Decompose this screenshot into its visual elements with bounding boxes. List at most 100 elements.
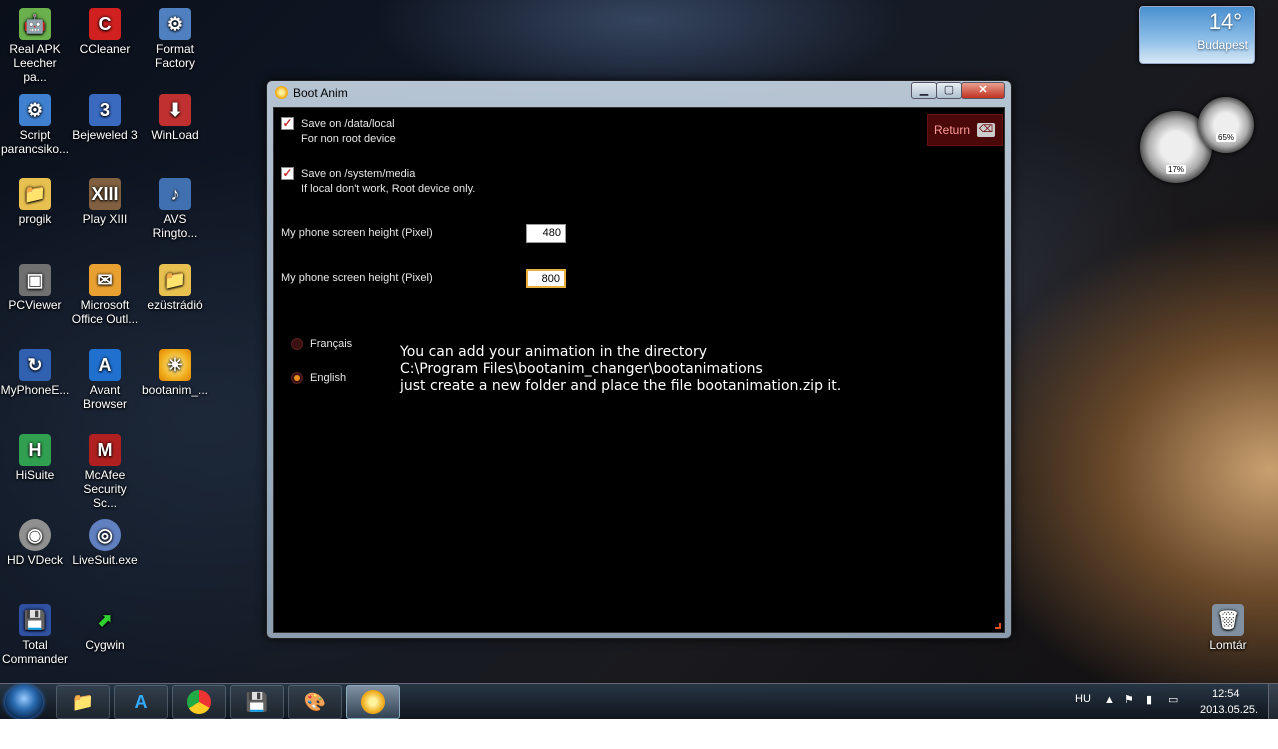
outlook-icon: ✉ [89,264,121,296]
screen-height-input-1[interactable]: 480 [526,224,566,243]
instructions-line-3: just create a new folder and place the f… [400,378,842,394]
start-button[interactable] [5,685,43,719]
memory-gauge-icon: 65% [1198,97,1254,153]
network-icon[interactable]: ▭ [1168,693,1178,706]
radio-selected-icon [291,372,303,384]
script-icon: ⚙ [19,94,51,126]
desktop-icon-progik[interactable]: 📁 progik [0,178,70,226]
total-commander-icon: 💾 [245,691,269,712]
folder-icon: 📁 [159,264,191,296]
cpu-usage: 17% [1165,165,1187,174]
total-commander-icon: 💾 [19,604,51,636]
taskbar-bootanim[interactable] [346,685,400,719]
instructions-line-1: You can add your animation in the direct… [400,344,708,360]
window-controls: ▁ ▢ ✕ [911,82,1005,99]
bootanim-icon [361,690,385,714]
play-xiii-icon: XIII [89,178,121,210]
mcafee-icon: M [89,434,121,466]
weather-gadget[interactable]: 14° Budapest [1139,6,1255,64]
taskbar-total-commander[interactable]: 💾 [230,685,284,719]
maximize-icon: ▢ [943,84,955,96]
show-desktop-button[interactable] [1268,684,1278,720]
action-center-flag-icon[interactable]: ⚑ [1124,693,1134,706]
radio-unselected-icon [291,338,303,350]
save-data-local-label: Save on /data/local [301,118,395,130]
avant-browser-icon: A [134,691,148,712]
maximize-button[interactable]: ▢ [936,82,962,99]
desktop-icon-ccleaner[interactable]: C CCleaner [70,8,140,56]
desktop-icon-pcviewer[interactable]: ▣ PCViewer [0,264,70,312]
avs-ringtone-icon: ♪ [159,178,191,210]
folder-icon: 📁 [71,691,95,712]
clock-date[interactable]: 2013.05.25. [1200,704,1258,716]
save-system-media-checkbox[interactable]: ✓ [281,167,294,180]
save-data-local-sublabel: For non root device [301,133,396,145]
avant-browser-icon: A [89,349,121,381]
taskbar-paint[interactable]: 🎨 [288,685,342,719]
desktop-icon-hd-vdeck[interactable]: ◉ HD VDeck [0,519,70,567]
desktop-icon-hisuite[interactable]: H HiSuite [0,434,70,482]
minimize-button[interactable]: ▁ [911,82,937,99]
livesuit-icon: ◎ [89,519,121,551]
desktop-icon-livesuit[interactable]: ◎ LiveSuit.exe [70,519,140,567]
taskbar: 📁 A 💾 🎨 HU ▲ ⚑ ▮ ▭ 12:54 2013.05.25. [0,683,1278,720]
desktop-icon-avs[interactable]: ♪ AVS Ringto... [140,178,210,240]
device-icon[interactable]: ▮ [1146,693,1152,706]
desktop-icon-ezustradio[interactable]: 📁 ezüstrádió [140,264,210,312]
language-francais-label: Français [310,338,353,350]
language-francais-radio[interactable]: Français [291,338,352,350]
close-icon: ✕ [978,84,988,96]
show-hidden-icons-icon[interactable]: ▲ [1104,694,1115,706]
desktop-icon-play-xiii[interactable]: XIII Play XIII [70,178,140,226]
folder-icon: 📁 [19,178,51,210]
desktop-icon-avant[interactable]: A Avant Browser [70,349,140,411]
desktop-icon-bejeweled[interactable]: 3 Bejeweled 3 [70,94,140,142]
bootanim-app-icon [275,86,288,99]
screen-height-label-1: My phone screen height (Pixel) [281,227,433,239]
taskbar-chrome[interactable] [172,685,226,719]
desktop-icon-myphone[interactable]: ↻ MyPhoneE... [0,349,70,397]
return-button[interactable]: Return ⌫ [927,114,1003,146]
minimize-icon: ▁ [919,84,929,96]
myphone-icon: ↻ [19,349,51,381]
boot-anim-window[interactable]: Boot Anim ▁ ▢ ✕ ✓ Save on /data/local Fo… [266,80,1012,639]
close-button[interactable]: ✕ [961,82,1005,99]
chrome-icon [187,690,211,714]
screen-height-label-2: My phone screen height (Pixel) [281,272,433,284]
clock-time[interactable]: 12:54 [1212,688,1240,700]
language-english-label: English [310,372,347,384]
desktop-icon-total-commander[interactable]: 💾 Total Commander [0,604,70,666]
pcviewer-icon: ▣ [19,264,51,296]
screen-height-input-2[interactable]: 800 [526,269,566,288]
save-system-media-option[interactable]: ✓ Save on /system/media If local don't w… [281,167,475,197]
window-client-area: ✓ Save on /data/local For non root devic… [273,107,1005,633]
desktop-icon-format-factory[interactable]: ⚙ Format Factory [140,8,210,70]
desktop-icon-outlook[interactable]: ✉ Microsoft Office Outl... [70,264,140,326]
resize-grip-icon[interactable] [995,623,1001,629]
window-titlebar[interactable]: Boot Anim ▁ ▢ ✕ [267,81,1011,105]
hd-vdeck-icon: ◉ [19,519,51,551]
ccleaner-icon: C [89,8,121,40]
hisuite-icon: H [19,434,51,466]
winload-icon: ⬇ [159,94,191,126]
save-data-local-option[interactable]: ✓ Save on /data/local For non root devic… [281,117,396,147]
desktop-icon-winload[interactable]: ⬇ WinLoad [140,94,210,142]
return-button-label: Return [934,123,971,137]
bootanim-icon: ☀ [159,349,191,381]
desktop-icon-mcafee[interactable]: M McAfee Security Sc... [70,434,140,510]
taskbar-avant-browser[interactable]: A [114,685,168,719]
language-indicator[interactable]: HU [1075,693,1091,705]
taskbar-explorer[interactable]: 📁 [56,685,110,719]
recycle-bin-icon: 🗑 [1212,604,1244,636]
save-system-media-sublabel: If local don't work, Root device only. [301,183,476,195]
cygwin-icon: ⬈ [97,610,113,630]
desktop-icon-bootanim[interactable]: ☀ bootanim_... [140,349,210,397]
desktop-icon-cygwin[interactable]: ⬈ Cygwin [70,604,140,652]
desktop-icon-script[interactable]: ⚙ Script parancsiko... [0,94,70,156]
save-data-local-checkbox[interactable]: ✓ [281,117,294,130]
android-icon: 🤖 [19,8,51,40]
desktop-icon-recycle-bin[interactable]: 🗑 Lomtár [1193,604,1263,652]
weather-city: Budapest [1197,38,1248,52]
desktop-icon-real-apk[interactable]: 🤖 Real APK Leecher pa... [0,8,70,84]
language-english-radio[interactable]: English [291,372,346,384]
